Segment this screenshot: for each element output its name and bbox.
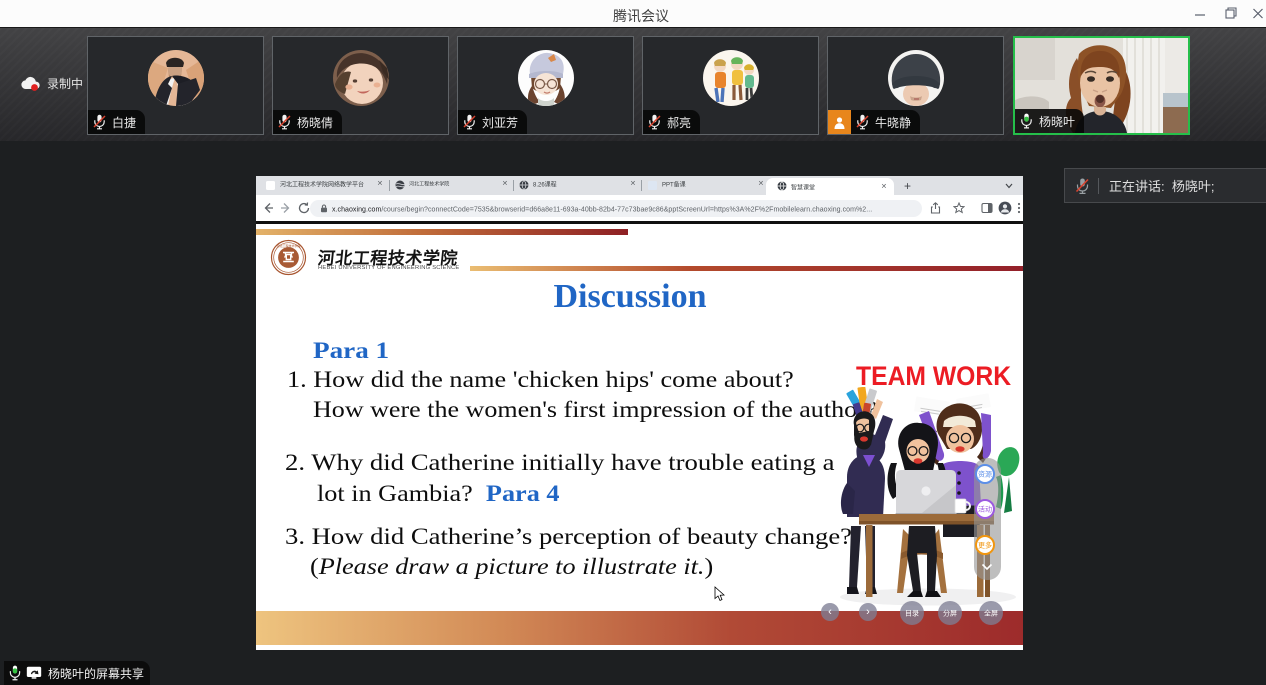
svg-text:河北工程技术学院: 河北工程技术学院 [276,243,300,248]
